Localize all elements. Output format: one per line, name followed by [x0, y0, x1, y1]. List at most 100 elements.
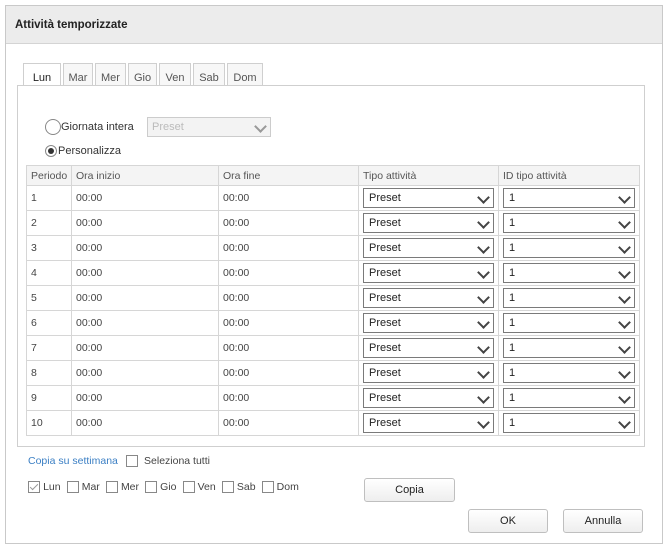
copy-day-checkbox-gio[interactable]: [145, 481, 158, 494]
task-type-id-value: 1: [509, 367, 516, 379]
task-type-select[interactable]: Preset: [363, 363, 494, 383]
task-type-value: Preset: [369, 217, 401, 229]
copy-day-checkbox-ven[interactable]: [182, 481, 195, 494]
table-row: 8 00:00 00:00 Preset 1: [26, 360, 640, 386]
end-time-field[interactable]: 00:00: [218, 385, 359, 411]
chevron-down-icon: [477, 291, 490, 304]
select-all-checkbox[interactable]: [125, 455, 138, 468]
header-period: Periodo: [26, 165, 72, 186]
copy-button[interactable]: Copia: [364, 478, 455, 502]
task-type-value: Preset: [369, 367, 401, 379]
end-time-field[interactable]: 00:00: [218, 235, 359, 261]
schedule-panel: Giornata intera Preset Personalizza Peri…: [17, 85, 645, 447]
period-cell: 6: [26, 310, 72, 336]
copy-day-label: Ven: [197, 481, 216, 494]
task-type-select[interactable]: Preset: [363, 388, 494, 408]
start-time-field[interactable]: 00:00: [71, 210, 219, 236]
task-type-select[interactable]: Preset: [363, 313, 494, 333]
start-time-field[interactable]: 00:00: [71, 360, 219, 386]
custom-radio[interactable]: [45, 145, 57, 157]
chevron-down-icon: [618, 366, 631, 379]
period-cell: 1: [26, 185, 72, 211]
chevron-down-icon: [618, 266, 631, 279]
task-type-value: Preset: [369, 392, 401, 404]
task-type-value: Preset: [369, 192, 401, 204]
chevron-down-icon: [618, 241, 631, 254]
task-type-id-value: 1: [509, 217, 516, 229]
start-time-field[interactable]: 00:00: [71, 235, 219, 261]
start-time-field[interactable]: 00:00: [71, 410, 219, 436]
period-cell: 5: [26, 285, 72, 311]
cancel-button[interactable]: Annulla: [563, 509, 643, 533]
task-type-id-value: 1: [509, 292, 516, 304]
task-type-select[interactable]: Preset: [363, 213, 494, 233]
start-time-field[interactable]: 00:00: [71, 285, 219, 311]
task-type-select[interactable]: Preset: [363, 263, 494, 283]
task-type-id-select[interactable]: 1: [503, 238, 635, 258]
end-time-field[interactable]: 00:00: [218, 410, 359, 436]
dialog-title: Attività temporizzate: [6, 6, 662, 44]
copy-day-label: Gio: [160, 481, 177, 494]
task-type-select[interactable]: Preset: [363, 188, 494, 208]
end-time-field[interactable]: 00:00: [218, 260, 359, 286]
end-time-field[interactable]: 00:00: [218, 185, 359, 211]
schedule-table: Periodo Ora inizio Ora fine Tipo attivit…: [26, 165, 640, 436]
task-type-id-select[interactable]: 1: [503, 313, 635, 333]
ok-button[interactable]: OK: [468, 509, 548, 533]
end-time-field[interactable]: 00:00: [218, 285, 359, 311]
task-type-select[interactable]: Preset: [363, 238, 494, 258]
table-row: 5 00:00 00:00 Preset 1: [26, 285, 640, 311]
task-type-id-value: 1: [509, 267, 516, 279]
copy-day-checkbox-mer[interactable]: [105, 481, 118, 494]
period-cell: 4: [26, 260, 72, 286]
task-type-id-value: 1: [509, 317, 516, 329]
task-type-value: Preset: [369, 267, 401, 279]
task-type-value: Preset: [369, 342, 401, 354]
task-type-select[interactable]: Preset: [363, 288, 494, 308]
copy-day-checkbox-dom[interactable]: [261, 481, 274, 494]
chevron-down-icon: [477, 391, 490, 404]
copy-day-checkbox-sab[interactable]: [221, 481, 234, 494]
period-cell: 3: [26, 235, 72, 261]
start-time-field[interactable]: 00:00: [71, 185, 219, 211]
copy-day-checkbox-mar[interactable]: [66, 481, 79, 494]
start-time-field[interactable]: 00:00: [71, 260, 219, 286]
start-time-field[interactable]: 00:00: [71, 310, 219, 336]
chevron-down-icon: [618, 316, 631, 329]
all-day-task-select-value: Preset: [152, 121, 184, 133]
header-start-time: Ora inizio: [71, 165, 219, 186]
chevron-down-icon: [618, 216, 631, 229]
task-type-select[interactable]: Preset: [363, 413, 494, 433]
all-day-radio[interactable]: [45, 119, 61, 135]
chevron-down-icon: [618, 291, 631, 304]
copy-to-week-link[interactable]: Copia su settimana: [28, 455, 118, 467]
start-time-field[interactable]: 00:00: [71, 385, 219, 411]
copy-days-row: Lun Mar Mer Gio Ven Sab Dom: [28, 481, 302, 501]
task-type-id-select[interactable]: 1: [503, 213, 635, 233]
start-time-field[interactable]: 00:00: [71, 335, 219, 361]
period-cell: 10: [26, 410, 72, 436]
task-type-id-select[interactable]: 1: [503, 288, 635, 308]
end-time-field[interactable]: 00:00: [218, 360, 359, 386]
period-cell: 8: [26, 360, 72, 386]
task-type-id-select[interactable]: 1: [503, 413, 635, 433]
chevron-down-icon: [477, 341, 490, 354]
task-type-id-select[interactable]: 1: [503, 363, 635, 383]
task-type-id-select[interactable]: 1: [503, 338, 635, 358]
task-type-id-select[interactable]: 1: [503, 388, 635, 408]
select-all-label: Seleziona tutti: [144, 455, 210, 468]
copy-day-label: Lun: [43, 481, 61, 494]
task-type-select[interactable]: Preset: [363, 338, 494, 358]
task-type-id-select[interactable]: 1: [503, 263, 635, 283]
chevron-down-icon: [618, 416, 631, 429]
copy-day-checkbox-lun[interactable]: [28, 481, 40, 494]
end-time-field[interactable]: 00:00: [218, 335, 359, 361]
period-cell: 7: [26, 335, 72, 361]
end-time-field[interactable]: 00:00: [218, 310, 359, 336]
task-type-id-value: 1: [509, 242, 516, 254]
table-row: 6 00:00 00:00 Preset 1: [26, 310, 640, 336]
task-type-id-select[interactable]: 1: [503, 188, 635, 208]
end-time-field[interactable]: 00:00: [218, 210, 359, 236]
task-type-id-value: 1: [509, 342, 516, 354]
task-type-value: Preset: [369, 292, 401, 304]
